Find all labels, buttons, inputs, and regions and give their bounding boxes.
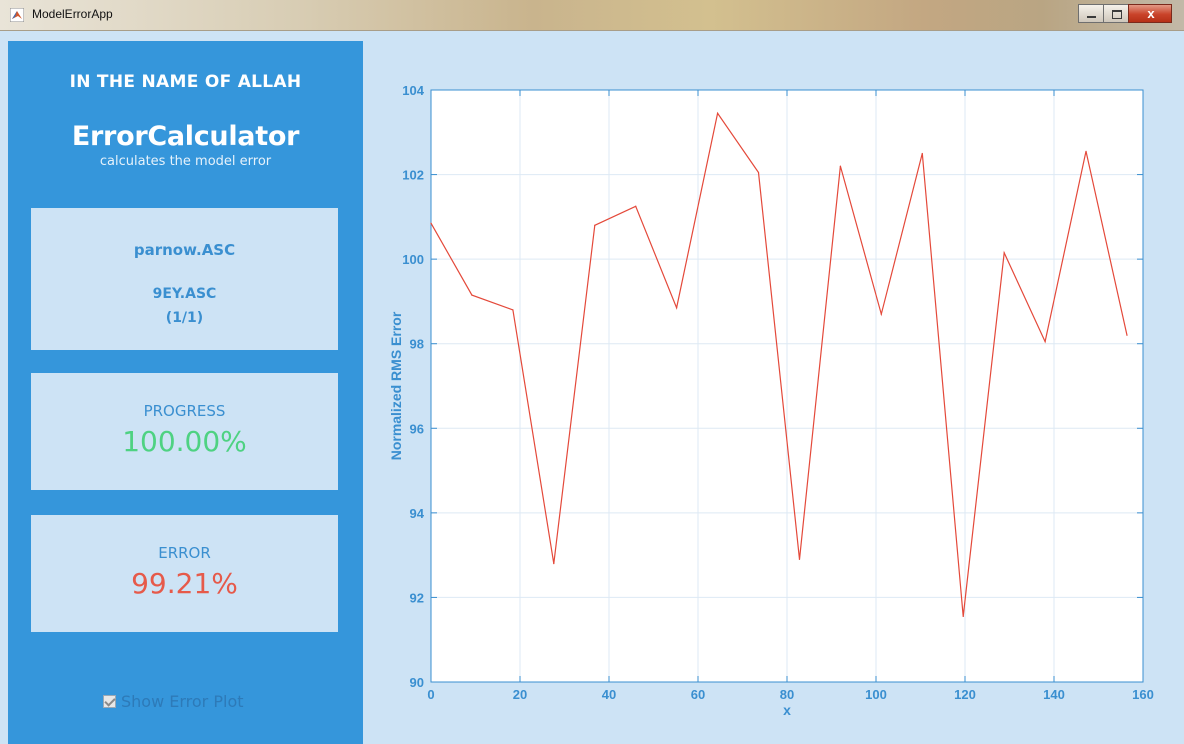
minimize-button[interactable] <box>1078 4 1104 23</box>
y-tick-label: 100 <box>402 252 424 267</box>
x-tick-label: 100 <box>865 687 887 702</box>
close-button[interactable]: x <box>1128 4 1172 23</box>
x-tick-label: 120 <box>954 687 976 702</box>
x-tick-label: 0 <box>427 687 434 702</box>
info-panel: IN THE NAME OF ALLAH ErrorCalculator cal… <box>8 41 363 744</box>
data-point <box>839 165 841 167</box>
y-tick-label: 96 <box>410 421 424 436</box>
x-tick-label: 140 <box>1043 687 1065 702</box>
x-tick-label: 20 <box>513 687 527 702</box>
window-title: ModelErrorApp <box>32 7 113 21</box>
x-tick-label: 80 <box>780 687 794 702</box>
x-axis-label: x <box>783 702 791 718</box>
x-tick-label: 60 <box>691 687 705 702</box>
data-point <box>471 294 473 296</box>
maximize-icon <box>1112 10 1122 19</box>
data-point <box>635 205 637 207</box>
show-error-plot-checkbox[interactable]: Show Error Plot <box>103 691 244 711</box>
y-tick-label: 92 <box>410 590 424 605</box>
data-point <box>1044 341 1046 343</box>
primary-file-label: parnow.ASC <box>133 241 236 259</box>
secondary-file-label: 9EY.ASC <box>152 286 217 302</box>
file-count-label: (1/1) <box>165 310 204 326</box>
data-point <box>594 224 596 226</box>
data-point <box>716 112 719 114</box>
y-tick-label: 104 <box>402 83 424 98</box>
y-tick-label: 94 <box>410 506 425 521</box>
data-point <box>512 309 514 311</box>
x-tick-label: 40 <box>602 687 616 702</box>
error-line-chart: 0 20 40 60 80 100 120 140 160 90 92 94 96 98 100 102 104… <box>388 83 1154 718</box>
data-point <box>1085 150 1087 152</box>
error-value: 99.21% <box>131 567 238 600</box>
error-card: ERROR 99.21% <box>31 515 338 632</box>
x-tick-label: 160 <box>1132 687 1154 702</box>
data-point <box>1003 252 1005 254</box>
error-plot-area: 0 20 40 60 80 100 120 140 160 90 92 94 96 98 100 102 104… <box>363 41 1184 744</box>
app-subtitle: calculates the model error <box>99 154 272 169</box>
data-point <box>962 615 964 618</box>
data-point <box>676 307 678 309</box>
data-point <box>757 171 760 174</box>
dedication-heading: IN THE NAME OF ALLAH <box>69 72 302 92</box>
checkbox-checked-icon[interactable] <box>103 694 116 708</box>
matlab-icon <box>10 8 24 22</box>
file-card: parnow.ASC 9EY.ASC (1/1) <box>31 208 338 350</box>
window-controls: x <box>1078 4 1172 23</box>
progress-label: PROGRESS <box>143 402 226 420</box>
data-point <box>1126 334 1128 336</box>
data-point <box>880 313 882 315</box>
error-label: ERROR <box>158 544 211 562</box>
progress-card: PROGRESS 100.00% <box>31 373 338 490</box>
y-tick-label: 98 <box>410 337 424 352</box>
data-point <box>553 563 555 565</box>
data-point <box>430 222 432 224</box>
y-tick-label: 102 <box>402 168 424 183</box>
app-name: ErrorCalculator <box>71 121 300 152</box>
window-titlebar: ModelErrorApp x <box>0 0 1184 31</box>
minimize-icon <box>1087 16 1096 18</box>
y-tick-label: 90 <box>410 675 424 690</box>
progress-value: 100.00% <box>122 425 247 458</box>
y-axis-label: Normalized RMS Error <box>388 311 404 460</box>
maximize-button[interactable] <box>1103 4 1129 23</box>
data-point <box>921 152 923 155</box>
data-point <box>798 558 801 560</box>
close-icon: x <box>1147 6 1155 21</box>
show-error-plot-label[interactable]: Show Error Plot <box>121 692 244 711</box>
